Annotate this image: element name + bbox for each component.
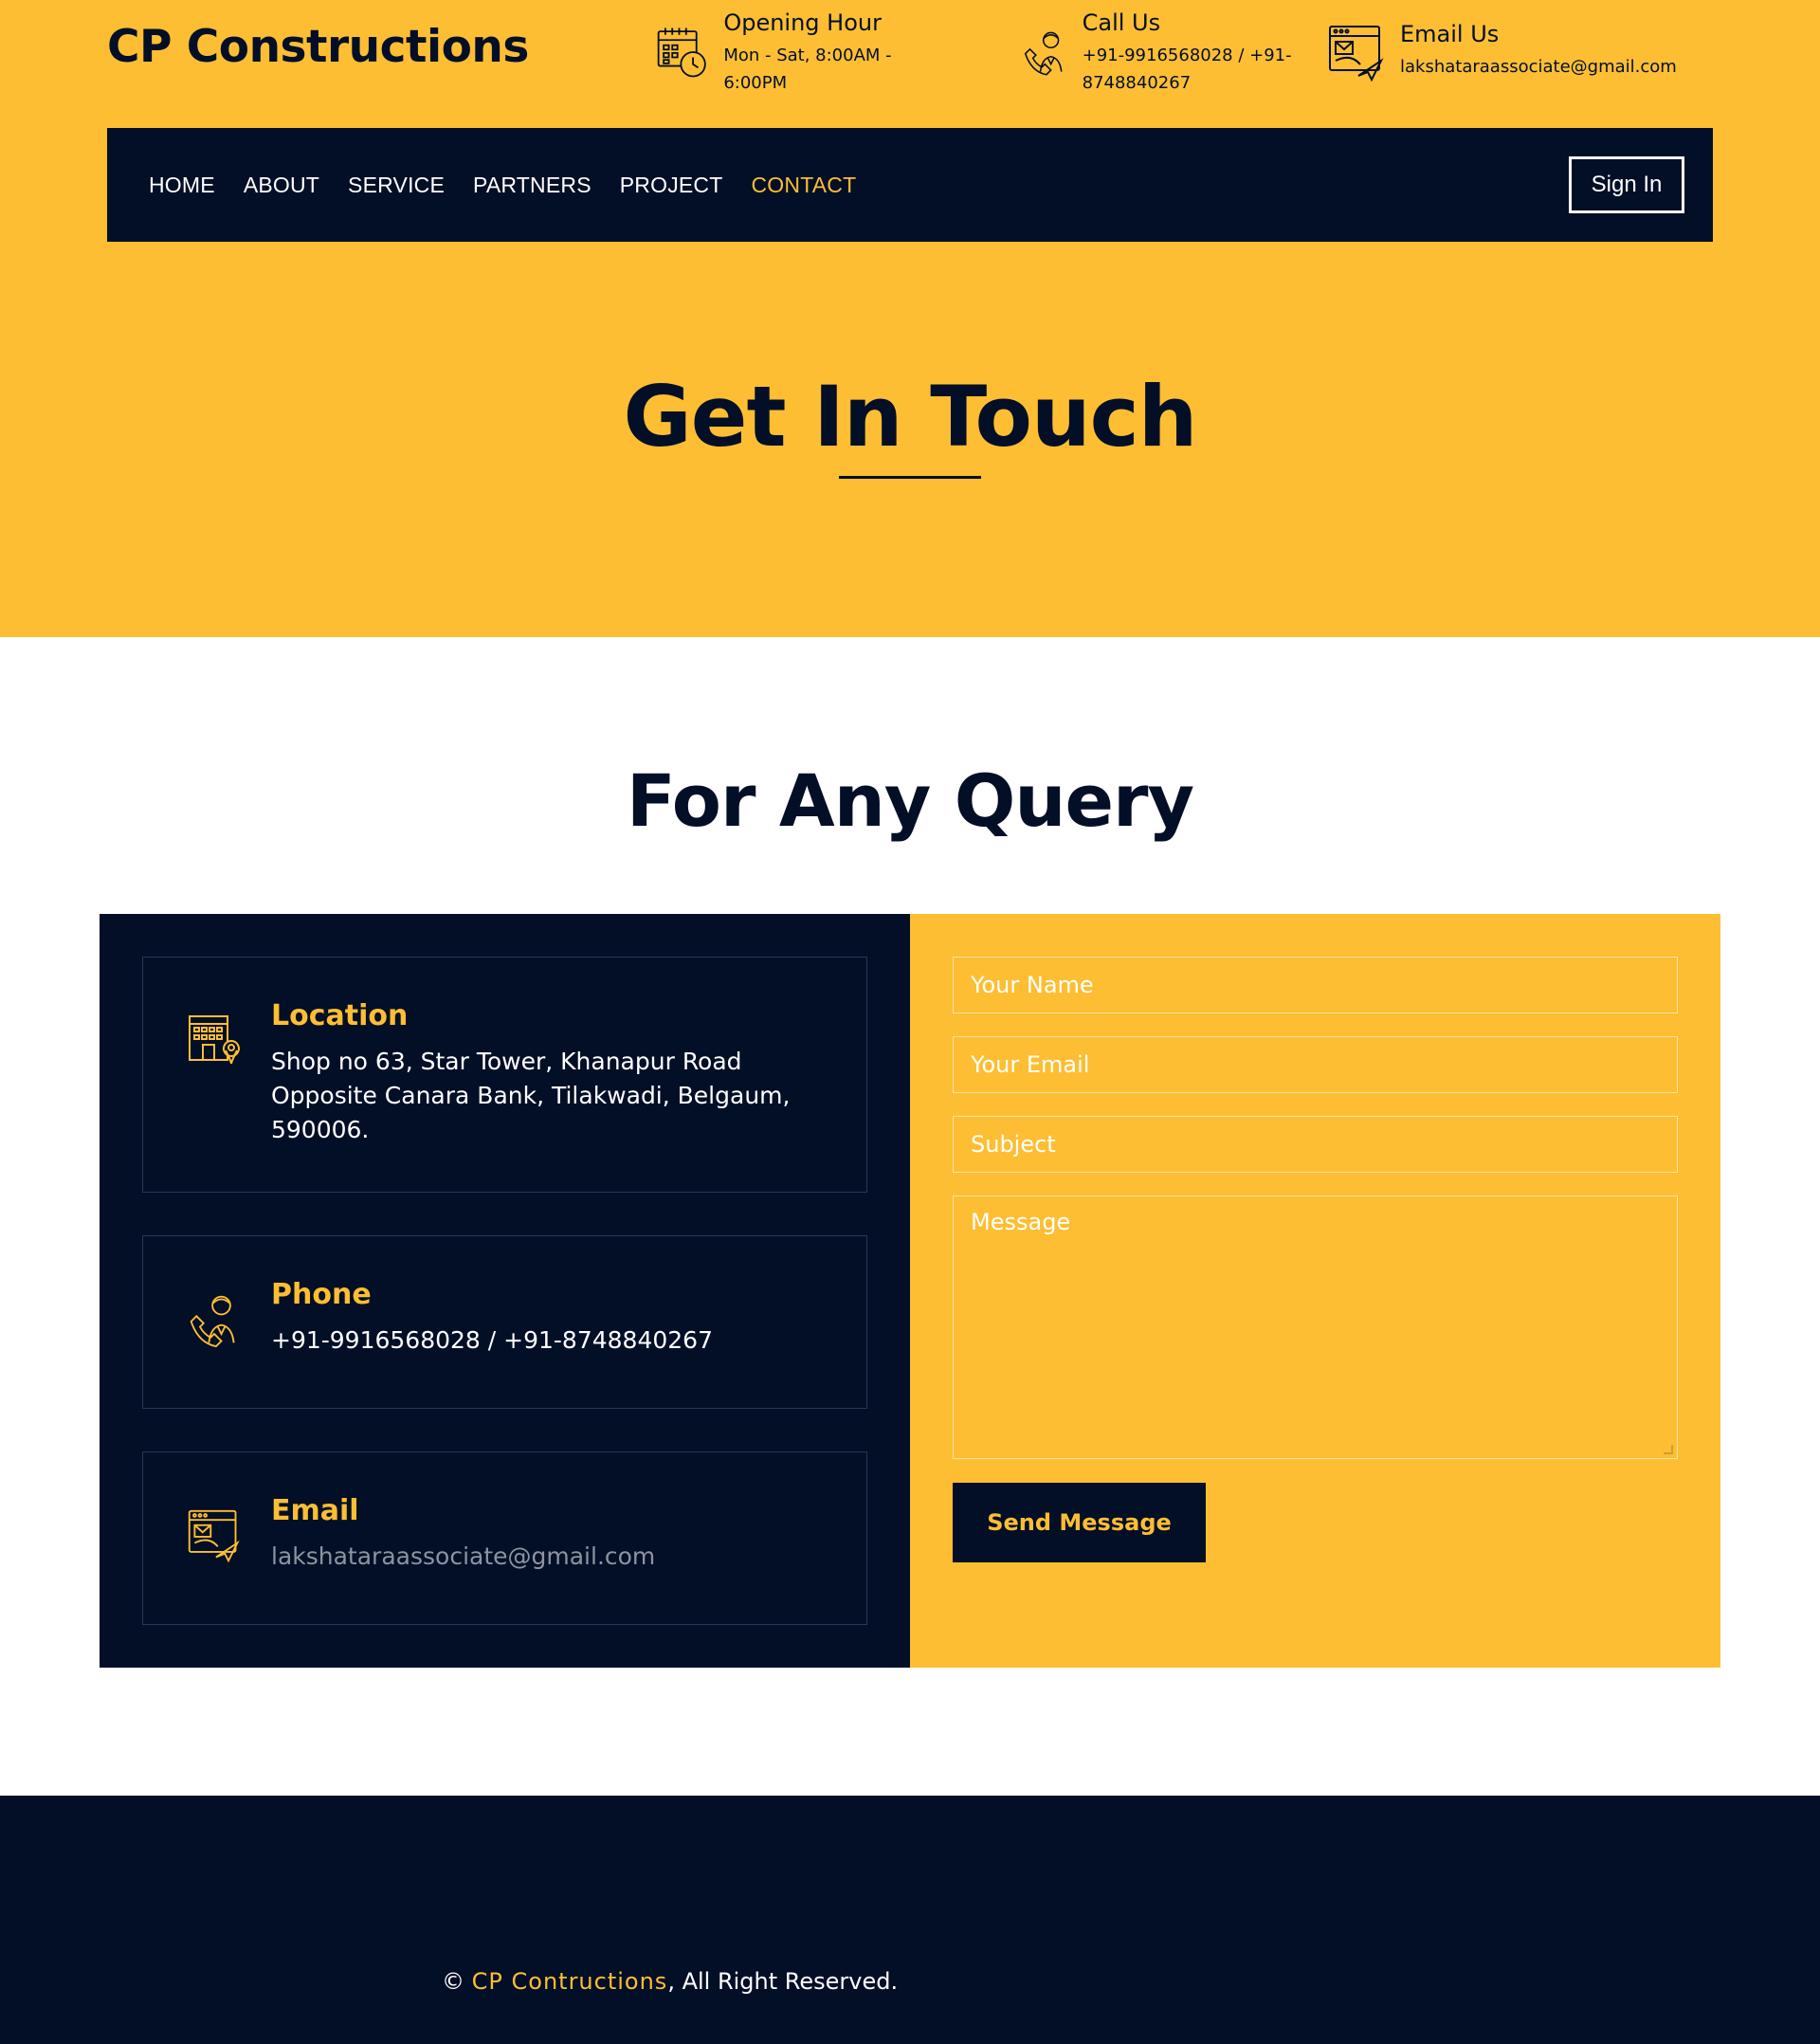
contact-section: Location Shop no 63, Star Tower, Khanapu… xyxy=(100,914,1720,1668)
send-message-button[interactable]: Send Message xyxy=(953,1483,1206,1562)
opening-hours-title: Opening Hour xyxy=(723,9,882,36)
main-navbar: HOME ABOUT SERVICE PARTNERS PROJECT CONT… xyxy=(107,128,1713,242)
nav-home[interactable]: HOME xyxy=(149,173,215,198)
nav-about[interactable]: ABOUT xyxy=(244,173,319,198)
email-us-info: Email Us lakshataraassociate@gmail.com xyxy=(1326,19,1715,83)
support-agent-icon xyxy=(1024,31,1063,76)
mail-window-icon xyxy=(188,1509,240,1563)
footer-rights: , All Right Reserved. xyxy=(667,1968,899,1995)
brand-logo[interactable]: CP Constructions xyxy=(107,21,529,73)
resize-handle-icon[interactable] xyxy=(1664,1445,1673,1454)
calendar-clock-icon xyxy=(657,27,706,78)
email-value[interactable]: lakshataraassociate@gmail.com xyxy=(271,1540,821,1574)
call-us-info: Call Us +91-9916568028 / +91-8748840267 xyxy=(1021,8,1334,97)
contact-form: Your Name Your Email Subject Message Sen… xyxy=(910,914,1720,1668)
subject-input[interactable]: Subject xyxy=(953,1116,1678,1173)
building-location-icon xyxy=(189,1015,240,1065)
page-title: Get In Touch xyxy=(623,368,1198,465)
support-agent-icon xyxy=(190,1295,235,1348)
phone-value[interactable]: +91-9916568028 / +91-8748840267 xyxy=(271,1323,821,1358)
nav-project[interactable]: PROJECT xyxy=(620,173,723,198)
top-bar: CP Constructions Opening Hour Mon - Sat,… xyxy=(107,0,1713,128)
call-us-title: Call Us xyxy=(1082,9,1161,36)
email-card: Email lakshataraassociate@gmail.com xyxy=(142,1451,867,1625)
name-input[interactable]: Your Name xyxy=(953,957,1678,1013)
location-value: Shop no 63, Star Tower, Khanapur Road Op… xyxy=(271,1048,791,1143)
email-us-title: Email Us xyxy=(1400,21,1500,47)
copyright-symbol: © xyxy=(442,1968,464,1995)
section-title: For Any Query xyxy=(626,758,1194,843)
opening-hours-info: Opening Hour Mon - Sat, 8:00AM - 6:00PM xyxy=(655,8,939,97)
phone-title: Phone xyxy=(271,1278,372,1311)
sign-in-button[interactable]: Sign In xyxy=(1569,156,1684,213)
message-textarea[interactable]: Message xyxy=(953,1195,1678,1459)
contact-info-panel: Location Shop no 63, Star Tower, Khanapu… xyxy=(100,914,910,1668)
nav-contact[interactable]: CONTACT xyxy=(752,173,857,198)
location-title: Location xyxy=(271,999,409,1032)
email-input[interactable]: Your Email xyxy=(953,1036,1678,1093)
location-card: Location Shop no 63, Star Tower, Khanapu… xyxy=(142,957,867,1193)
nav-partners[interactable]: PARTNERS xyxy=(473,173,592,198)
footer-brand-link[interactable]: CP Contructions xyxy=(472,1968,668,1995)
footer: © CP Contructions, All Right Reserved. xyxy=(0,1796,1820,2044)
call-us-value[interactable]: +91-9916568028 / +91-8748840267 xyxy=(1083,42,1334,97)
copyright-text: © CP Contructions, All Right Reserved. xyxy=(442,1968,898,1995)
nav-service[interactable]: SERVICE xyxy=(348,173,445,198)
email-us-value[interactable]: lakshataraassociate@gmail.com xyxy=(1400,53,1677,81)
message-placeholder: Message xyxy=(971,1209,1071,1235)
email-title: Email xyxy=(271,1494,359,1527)
title-underline xyxy=(839,476,981,479)
phone-card: Phone +91-9916568028 / +91-8748840267 xyxy=(142,1235,867,1409)
top-section: CP Constructions Opening Hour Mon - Sat,… xyxy=(0,0,1820,637)
nav-links: HOME ABOUT SERVICE PARTNERS PROJECT CONT… xyxy=(149,128,884,242)
opening-hours-value: Mon - Sat, 8:00AM - 6:00PM xyxy=(723,46,892,93)
mail-window-icon xyxy=(1329,26,1384,82)
